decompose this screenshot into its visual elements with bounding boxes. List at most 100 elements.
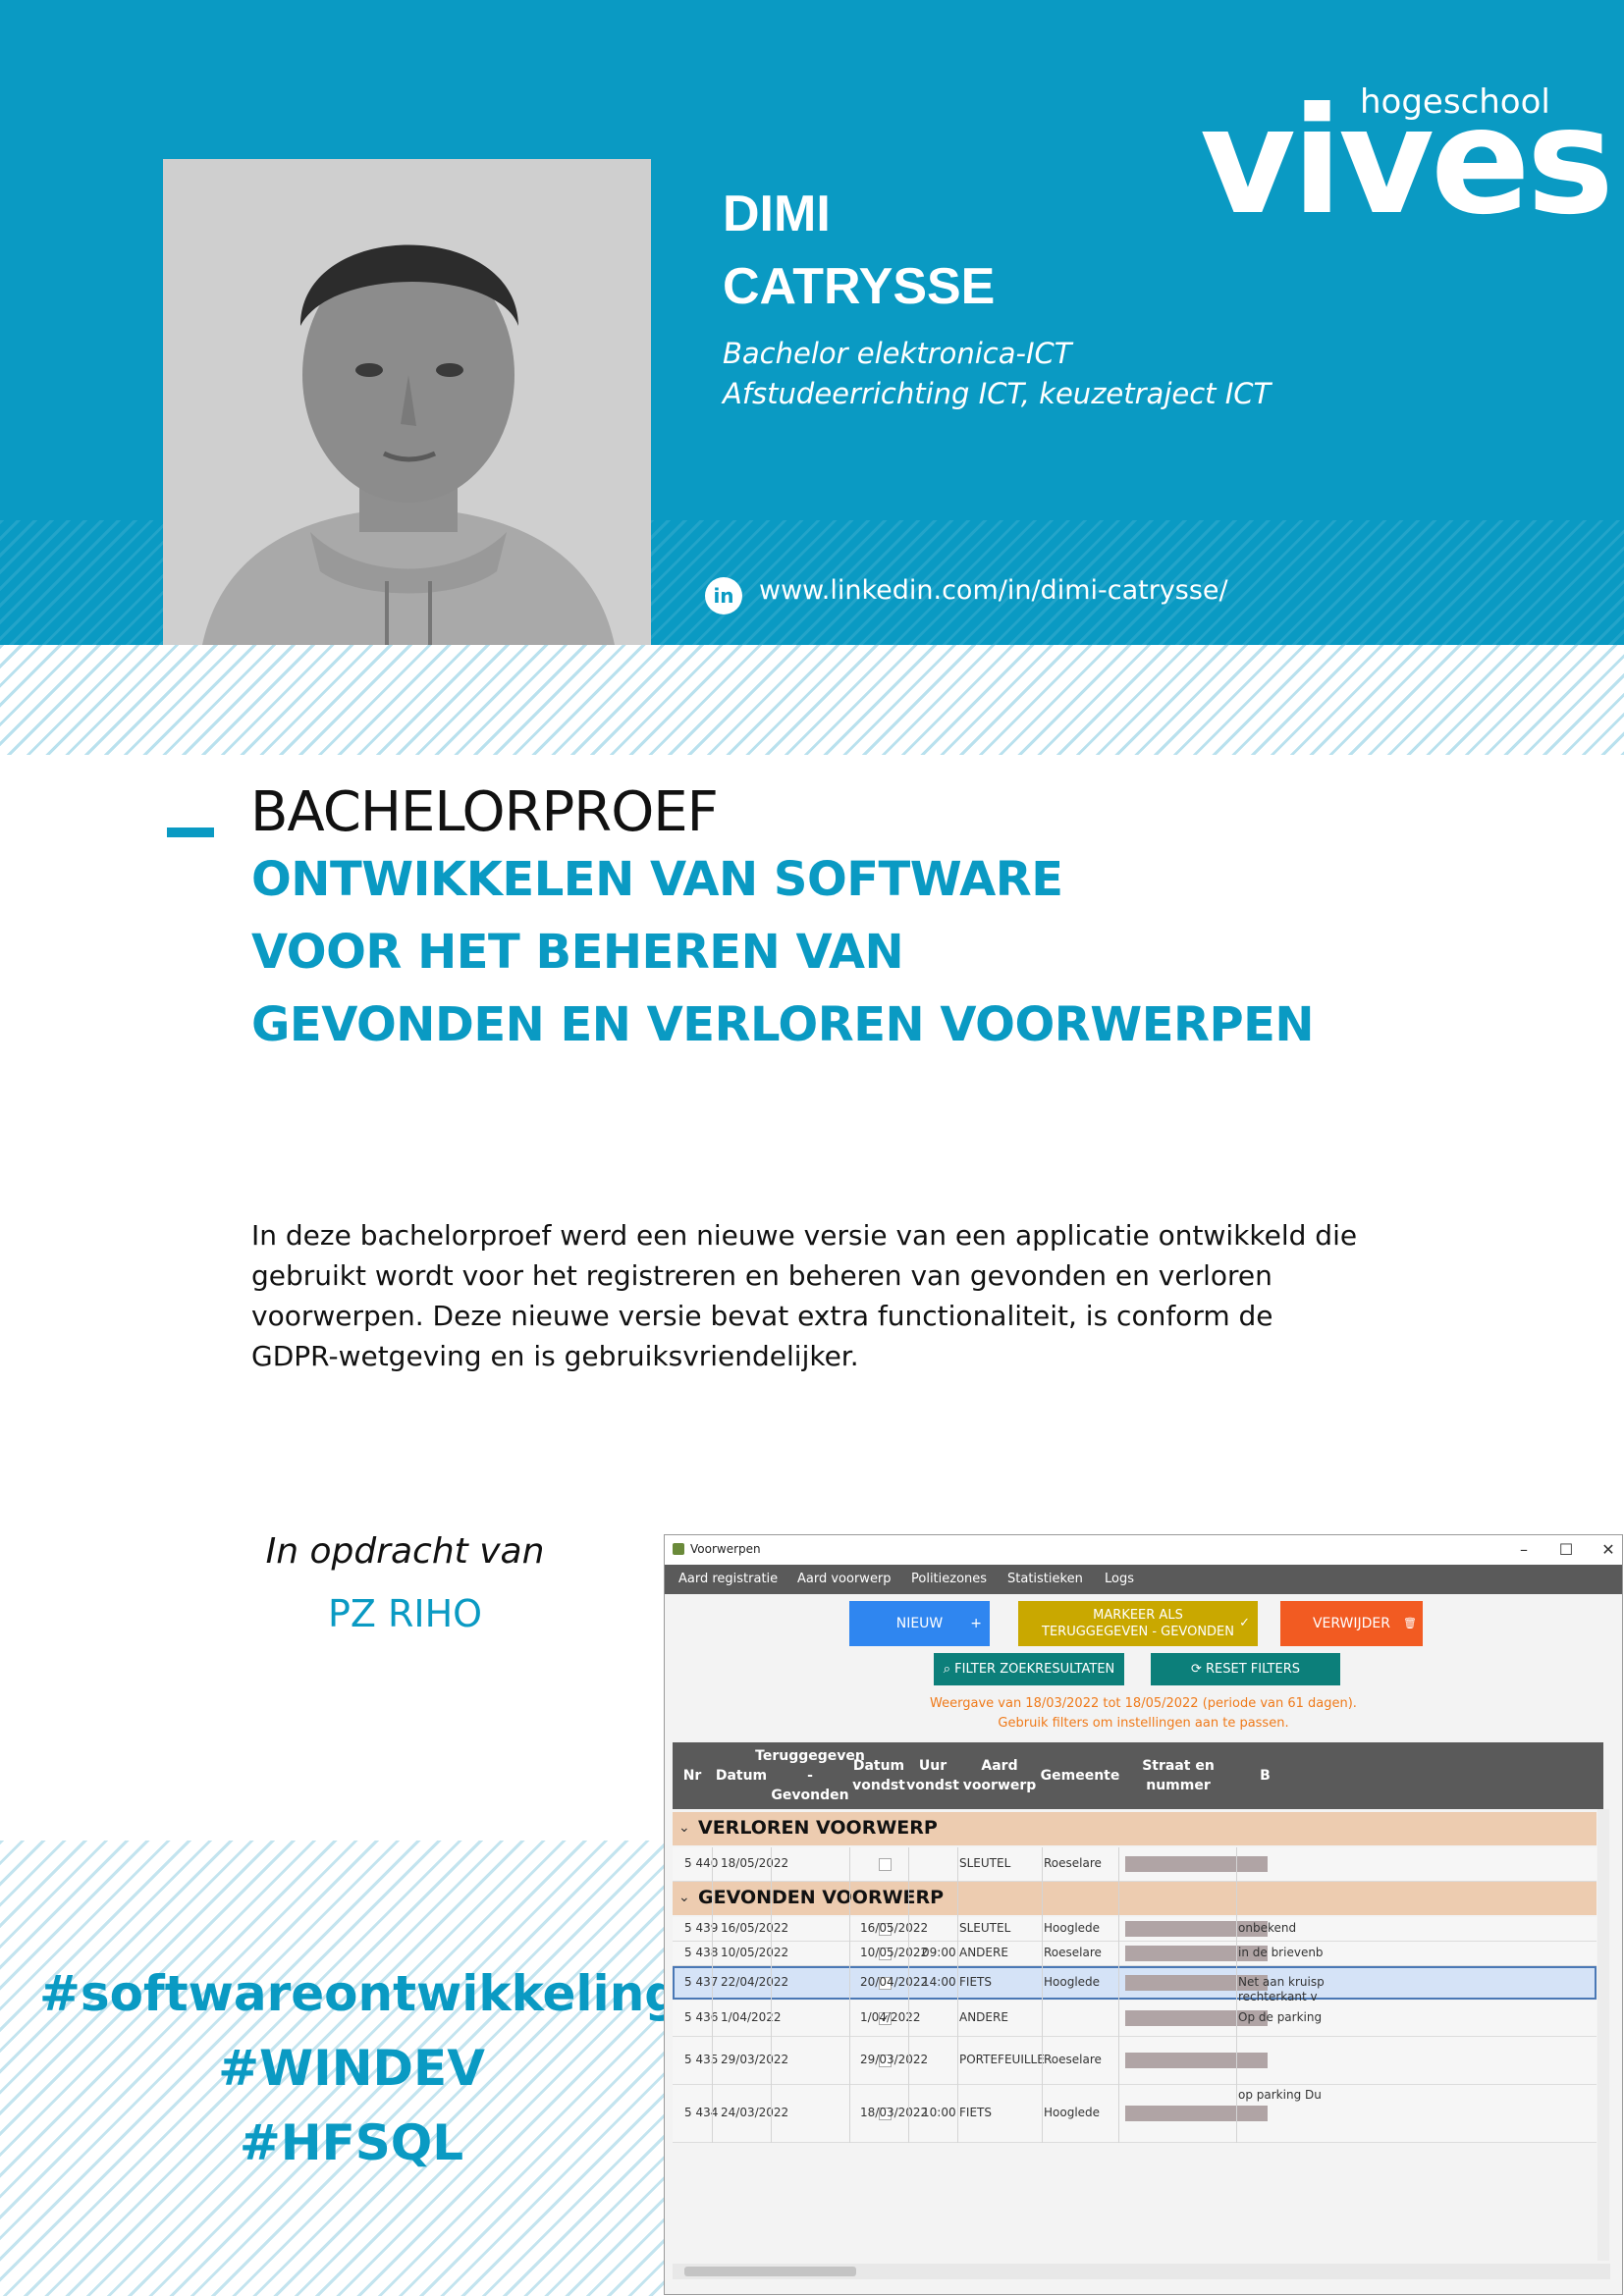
window-titlebar: [665, 1535, 1622, 1565]
menu-statistieken[interactable]: Statistieken: [1007, 1572, 1083, 1586]
abstract-text: In deze bachelorproef werd een nieuwe ve…: [251, 1219, 1358, 1372]
group-label: GEVONDEN VOORWERP: [698, 1887, 945, 1908]
linkedin-link[interactable]: www.linkedin.com/in/dimi-catrysse/: [759, 575, 1228, 606]
cell-nr: 5 435: [684, 2053, 719, 2066]
logo-vives: vives: [1200, 77, 1614, 247]
column-separator: [712, 1847, 713, 2143]
period-notice: Weergave van 18/03/2022 tot 18/05/2022 (…: [930, 1696, 1357, 1711]
reset-filters-button[interactable]: ⟳ RESET FILTERS: [1151, 1653, 1340, 1685]
cell-datum-vondst: 18/03/2022: [860, 2106, 929, 2119]
first-name: DIMI: [723, 186, 831, 242]
menu-politiezones[interactable]: Politiezones: [911, 1572, 987, 1586]
column-separator: [849, 1847, 850, 2143]
group-label: VERLOREN VOORWERP: [698, 1817, 938, 1839]
minimize-icon[interactable]: –: [1509, 1538, 1539, 1562]
mark-returned-button[interactable]: MARKEER ALS TERUGGEGEVEN - GEVONDEN ✓: [1018, 1601, 1258, 1646]
cell-nr: 5 436: [684, 2010, 719, 2024]
window-title: Voorwerpen: [690, 1542, 761, 1556]
cell-datum-vondst: 10/05/2022: [860, 1946, 929, 1959]
column-separator: [908, 1847, 909, 2143]
cell-datum-vondst: 29/03/2022: [860, 2053, 929, 2066]
menu-aard-voorwerp[interactable]: Aard voorwerp: [797, 1572, 892, 1586]
cell-datum: 29/03/2022: [721, 2053, 789, 2066]
cell-uur-vondst: 14:00: [922, 1975, 956, 1989]
column-header[interactable]: Nr: [673, 1742, 712, 1809]
stripe-band: [0, 645, 1624, 755]
cell-b: in de brievenb: [1238, 1946, 1324, 1959]
new-button-label: NIEUW: [895, 1616, 944, 1631]
cell-aard-voorwerp: ANDERE: [959, 2010, 1008, 2024]
delete-button-label: VERWIJDER: [1312, 1616, 1391, 1631]
horizontal-scrollbar[interactable]: [673, 2264, 1610, 2279]
column-separator: [1236, 1847, 1237, 2143]
plus-icon: +: [970, 1616, 982, 1631]
cell-aard-voorwerp: PORTEFEUILLE: [959, 2053, 1045, 2066]
column-header[interactable]: B: [1238, 1742, 1292, 1809]
app-icon: [673, 1543, 684, 1555]
cell-datum: 18/05/2022: [721, 1856, 789, 1870]
column-header[interactable]: Straat en nummer: [1118, 1742, 1238, 1809]
cell-aard-voorwerp: SLEUTEL: [959, 1921, 1011, 1935]
column-header[interactable]: Gemeente: [1041, 1742, 1120, 1809]
linkedin-icon[interactable]: in: [705, 577, 742, 614]
close-icon[interactable]: ✕: [1594, 1538, 1622, 1562]
cell-aard-voorwerp: FIETS: [959, 2106, 992, 2119]
client-label: In opdracht van: [265, 1531, 545, 1572]
filter-hint: Gebruik filters om instellingen aan te p…: [998, 1716, 1289, 1731]
chevron-down-icon[interactable]: ⌄: [678, 1890, 690, 1905]
study-line-2: Afstudeerrichting ICT, keuzetraject ICT: [723, 377, 1272, 410]
delete-button[interactable]: VERWIJDER 🗑: [1280, 1601, 1423, 1646]
hashtag-2: #WINDEV: [218, 2040, 485, 2097]
bachelorproef-label: BACHELORPROEF: [250, 780, 719, 844]
trash-icon: 🗑: [1403, 1617, 1417, 1629]
study-line-1: Bachelor elektronica-ICT: [723, 337, 1072, 370]
cell-nr: 5 437: [684, 1975, 719, 1989]
column-header[interactable]: Teruggegeven - Gevonden: [755, 1742, 865, 1809]
column-separator: [1042, 1847, 1043, 2143]
column-header[interactable]: Uur vondst: [906, 1742, 959, 1809]
column-separator: [1118, 1847, 1119, 2143]
vertical-scrollbar[interactable]: [1597, 1809, 1609, 2261]
hashtag-1: #softwareontwikkeling: [39, 1965, 680, 2022]
mark-button-line-1: MARKEER ALS: [1093, 1608, 1183, 1623]
cell-b: op parking Du: [1238, 2088, 1322, 2102]
cell-datum: 1/04/2022: [721, 2010, 782, 2024]
mark-button-line-2: TERUGGEGEVEN - GEVONDEN: [1042, 1625, 1234, 1639]
cell-nr: 5 440: [684, 1856, 719, 1870]
cell-nr: 5 438: [684, 1946, 719, 1959]
check-icon: ✓: [1239, 1616, 1250, 1630]
portrait-photo: [163, 159, 651, 645]
column-separator: [771, 1847, 772, 2143]
cell-datum: 22/04/2022: [721, 1975, 789, 1989]
scrollbar-thumb[interactable]: [684, 2267, 856, 2276]
cell-gemeente: Hooglede: [1044, 2106, 1101, 2119]
last-name: CATRYSSE: [723, 258, 996, 315]
column-separator: [957, 1847, 958, 2143]
filter-results-button[interactable]: ⌕ FILTER ZOEKRESULTATEN: [934, 1653, 1124, 1685]
column-header[interactable]: Aard voorwerp: [957, 1742, 1042, 1809]
cell-b: onbekend: [1238, 1921, 1297, 1935]
cell-datum-vondst: 20/04/2022: [860, 1975, 929, 1989]
cell-nr: 5 439: [684, 1921, 719, 1935]
cell-gemeente: Hooglede: [1044, 1921, 1101, 1935]
cell-nr: 5 434: [684, 2106, 719, 2119]
cell-aard-voorwerp: ANDERE: [959, 1946, 1008, 1959]
cell-straat-redacted: [1125, 1856, 1268, 1872]
cell-datum: 16/05/2022: [721, 1921, 789, 1935]
cell-datum-vondst: 16/05/2022: [860, 1921, 929, 1935]
cell-uur-vondst: 09:00: [922, 1946, 956, 1959]
cell-datum-vondst: 1/04/2022: [860, 2010, 921, 2024]
maximize-icon[interactable]: ☐: [1551, 1538, 1581, 1562]
menu-logs[interactable]: Logs: [1105, 1572, 1134, 1586]
new-button[interactable]: NIEUW +: [849, 1601, 990, 1646]
cell-uur-vondst: 10:00: [922, 2106, 956, 2119]
portrait-illustration: [163, 159, 651, 645]
hashtag-3: #HFSQL: [239, 2114, 464, 2171]
chevron-down-icon[interactable]: ⌄: [678, 1820, 690, 1836]
returned-checkbox[interactable]: [879, 1858, 892, 1871]
accent-dash: [167, 828, 214, 837]
column-header[interactable]: Datum vondst: [849, 1742, 908, 1809]
menu-aard-registratie[interactable]: Aard registratie: [678, 1572, 778, 1586]
app-window: Voorwerpen – ☐ ✕ Aard registratie Aard v…: [664, 1534, 1623, 2295]
cell-aard-voorwerp: SLEUTEL: [959, 1856, 1011, 1870]
